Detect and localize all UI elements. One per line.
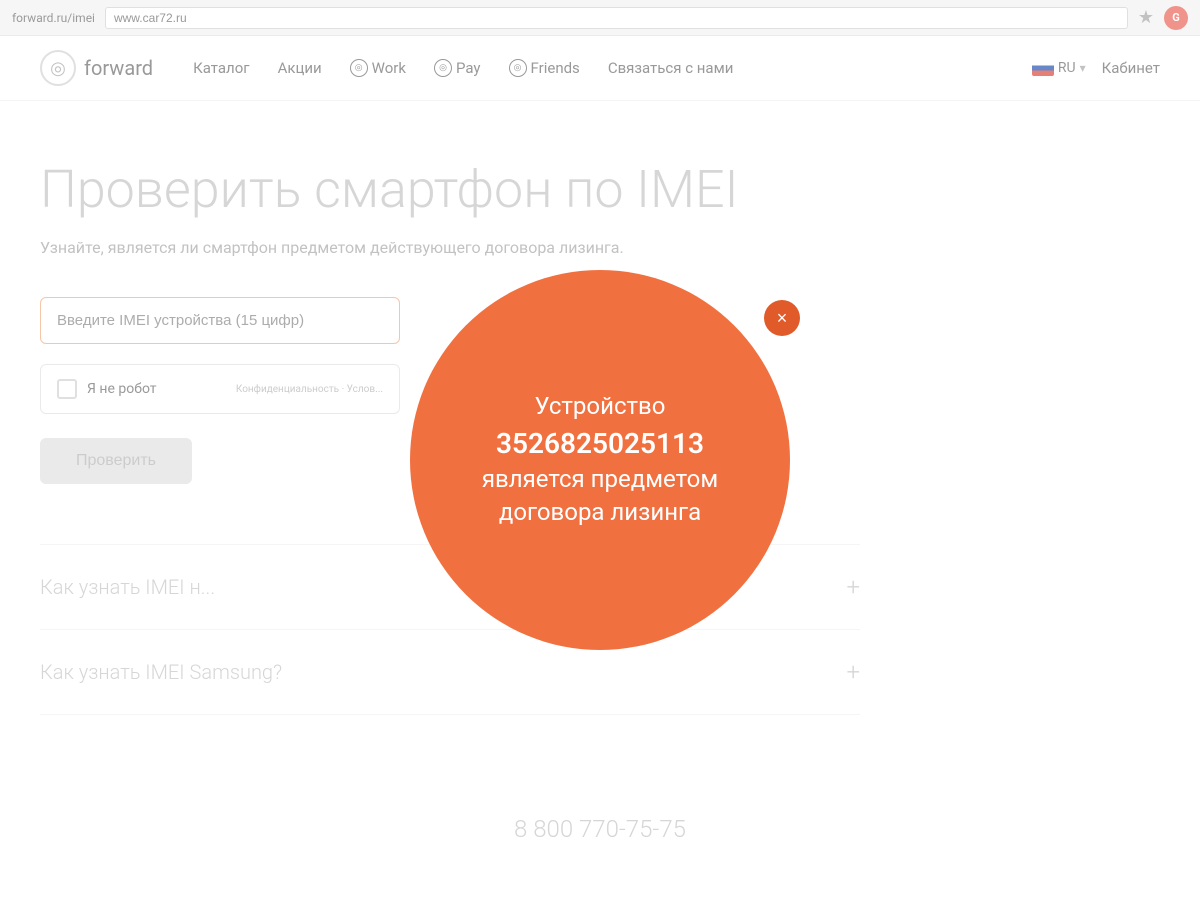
close-icon: × xyxy=(777,308,788,329)
modal-imei: 3526825025113 xyxy=(482,424,718,463)
modal-line-1: Устройство xyxy=(482,390,718,424)
modal-content: Устройство 3526825025113 является предме… xyxy=(482,390,718,530)
result-modal: × Устройство 3526825025113 является пред… xyxy=(410,270,790,650)
modal-line-4: договора лизинга xyxy=(482,496,718,530)
modal-line-3: является предметом xyxy=(482,463,718,497)
modal-close-button[interactable]: × xyxy=(764,300,800,336)
modal-overlay: × Устройство 3526825025113 является пред… xyxy=(0,0,1200,920)
